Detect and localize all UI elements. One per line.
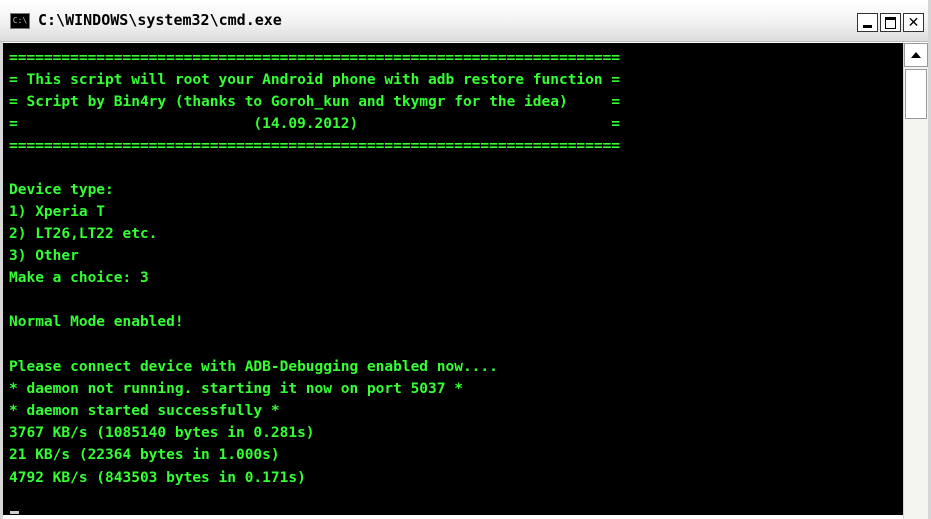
cmd-icon[interactable]: C:\ (10, 13, 30, 29)
cmd-window: C:\ C:\WINDOWS\system32\cmd.exe ✕ ======… (0, 0, 931, 519)
console-line: 3767 KB/s (1085140 bytes in 0.281s) (9, 425, 315, 441)
console-line: 21 KB/s (22364 bytes in 1.000s) (9, 447, 280, 463)
console-line: Make a choice: 3 (9, 270, 149, 286)
close-button[interactable]: ✕ (903, 13, 924, 32)
console-line: 4792 KB/s (843503 bytes in 0.171s) (9, 470, 306, 486)
text-cursor (10, 511, 19, 514)
console-line: 3) Other (9, 248, 79, 264)
maximize-icon (885, 16, 896, 29)
console-line: 2) LT26,LT22 etc. (9, 226, 158, 242)
console-output[interactable]: ========================================… (3, 43, 903, 515)
console-line: = This script will root your Android pho… (9, 72, 621, 88)
vertical-scrollbar[interactable] (903, 43, 928, 519)
minimize-button[interactable] (857, 13, 878, 32)
console-line: Normal Mode enabled! (9, 314, 184, 330)
arrow-up-icon (911, 52, 921, 58)
minimize-icon (863, 25, 872, 28)
console-line: Device type: (9, 182, 114, 198)
console-line: = Script by Bin4ry (thanks to Goroh_kun … (9, 94, 621, 110)
title-bar[interactable]: C:\ C:\WINDOWS\system32\cmd.exe ✕ (0, 0, 931, 42)
console-line: * daemon started successfully * (9, 403, 280, 419)
console-line: 1) Xperia T (9, 204, 106, 220)
window-title: C:\WINDOWS\system32\cmd.exe (38, 11, 282, 29)
console-line: * daemon not running. starting it now on… (9, 381, 463, 397)
console-line: ========================================… (9, 138, 621, 154)
close-icon: ✕ (907, 14, 920, 31)
maximize-button[interactable] (880, 13, 901, 32)
scrollbar-thumb[interactable] (905, 69, 927, 119)
console-line: ========================================… (9, 50, 621, 66)
scroll-up-button[interactable] (904, 43, 928, 67)
console-line: Please connect device with ADB-Debugging… (9, 359, 498, 375)
console-line: = (14.09.2012) = (9, 116, 621, 132)
